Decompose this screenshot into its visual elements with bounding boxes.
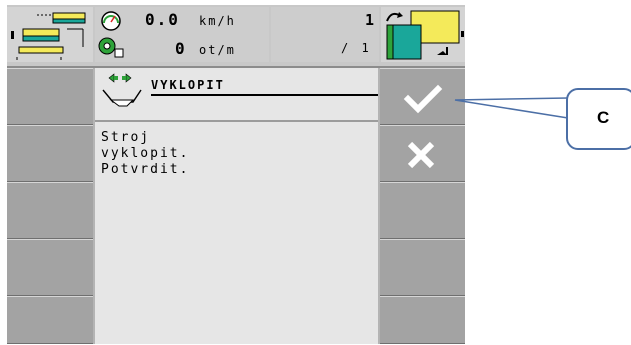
dialog-title: VYKLOPIT: [151, 78, 225, 92]
dialog-panel: VYKLOPIT Stroj vyklopit. Potvrdit.: [95, 68, 378, 344]
dialog-message: Stroj vyklopit. Potvrdit.: [101, 130, 190, 177]
pto-rpm-icon: [98, 37, 124, 58]
implement-status-cell[interactable]: [7, 7, 93, 62]
cancel-button[interactable]: [380, 125, 465, 182]
softkey-right-5[interactable]: [380, 296, 465, 344]
status-bar: 0.0 km/h 0 ot/m 1 / 1: [7, 5, 465, 68]
softkey-left-3[interactable]: [7, 182, 93, 239]
check-icon: [403, 84, 443, 114]
rpm-value: 0: [175, 39, 187, 58]
callout-label: C: [597, 108, 610, 127]
softkey-left-4[interactable]: [7, 239, 93, 296]
speed-value: 0.0: [145, 10, 180, 29]
speed-rpm-cell: 0.0 km/h 0 ot/m: [95, 7, 269, 62]
softkey-left-1[interactable]: [7, 68, 93, 125]
softkey-right-4[interactable]: [380, 239, 465, 296]
rpm-unit: ot/m: [199, 43, 236, 57]
speed-unit: km/h: [199, 14, 236, 28]
gear-cell: 1 / 1: [271, 7, 379, 62]
isobus-terminal: 0.0 km/h 0 ot/m 1 / 1 VYKLOPIT Stroj vyk…: [7, 5, 465, 344]
gear-bottom-value: / 1: [341, 41, 372, 55]
title-underline: [151, 94, 378, 96]
speedometer-icon: [101, 11, 121, 31]
cross-icon: [407, 141, 435, 169]
softkey-right-3[interactable]: [380, 182, 465, 239]
unfold-implement-icon: [102, 73, 142, 107]
implement-fold-icon: [11, 12, 86, 60]
confirm-button[interactable]: [380, 68, 465, 125]
gear-top-value: 1: [365, 11, 375, 29]
dialog-header: VYKLOPIT: [95, 68, 378, 122]
work-mode-icon: [386, 10, 464, 60]
softkey-left-2[interactable]: [7, 125, 93, 182]
softkey-left-5[interactable]: [7, 296, 93, 344]
work-mode-cell[interactable]: [381, 7, 465, 62]
